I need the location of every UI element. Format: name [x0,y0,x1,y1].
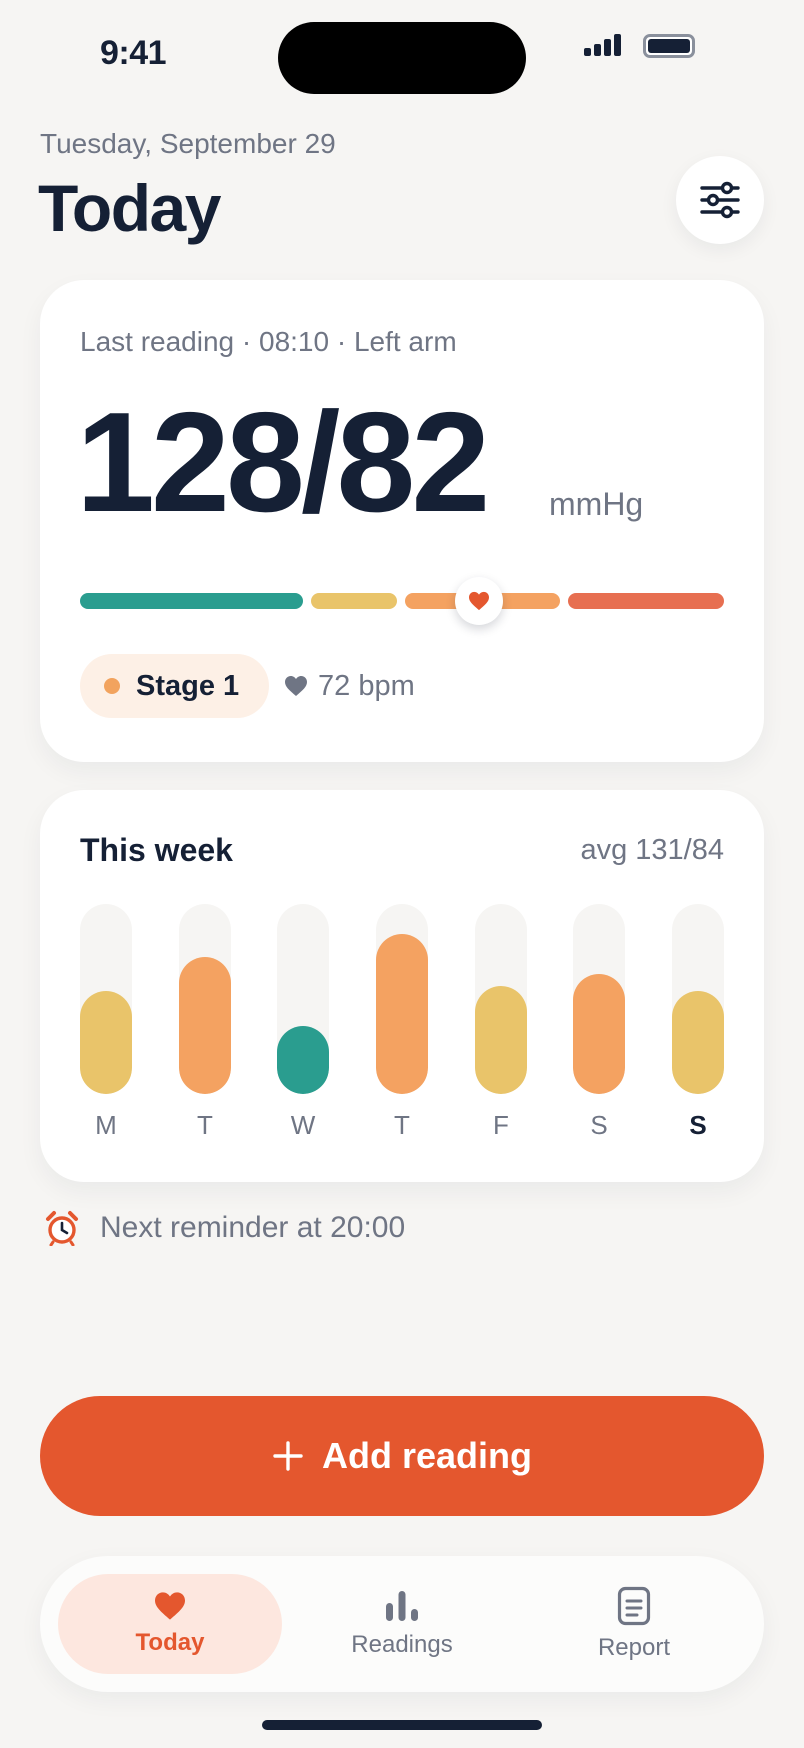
day-label: T [197,1110,213,1140]
heart-icon [285,676,307,696]
scale-segment-stage2 [568,593,724,609]
tab-label: Report [597,1634,671,1661]
stage-badge: Stage 1 [80,654,270,718]
tab-readings[interactable]: Readings [290,1574,514,1674]
bar-track [672,904,724,1094]
bar-fill [376,934,428,1094]
bar-fill [179,957,231,1094]
day-label: M [95,1110,117,1140]
status-bar: 9:41 [0,0,804,100]
signal-icon [584,32,624,56]
bar-track [475,904,527,1094]
reminder-label: Next reminder at 20:00 [100,1211,406,1244]
blood-pressure-unit: mmHg [549,486,644,522]
day-label: S [689,1110,707,1140]
blood-pressure-value: 128/82 [76,383,490,542]
bar-track [277,904,329,1094]
scale-marker [455,577,504,625]
page-title: Today [38,171,221,245]
tab-report[interactable]: Report [522,1574,746,1674]
bar-track [573,904,625,1094]
dynamic-island [278,22,526,94]
weekly-bar-chart: MTWTFSS [80,904,724,1144]
day-label: S [590,1110,608,1140]
bar-fill [573,974,625,1094]
bp-range-scale [80,577,724,625]
stage-dot [104,678,120,694]
bar-track [179,904,231,1094]
tab-label: Readings [351,1631,453,1658]
week-average: avg 131/84 [580,834,724,866]
scale-segment-normal [80,593,303,609]
tab-label: Today [135,1629,205,1656]
last-reading-card[interactable]: Last reading · 08:10 · Left arm 128/82 m… [40,280,764,762]
bar-track [80,904,132,1094]
tab-bar: Today Readings Report [40,1556,764,1692]
day-label: F [493,1110,509,1140]
bar-fill [672,991,724,1094]
week-title: This week [80,832,233,868]
bar-fill [277,1026,329,1094]
plus-icon [273,1441,303,1471]
battery-icon [643,34,695,58]
home-indicator [262,1720,542,1730]
add-reading-label: Add reading [321,1435,532,1476]
bar-track [376,904,428,1094]
stage-label: Stage 1 [136,669,240,702]
day-label: T [394,1110,410,1140]
add-reading-button[interactable]: Add reading [40,1396,764,1516]
date-line: Tuesday, September 29 [40,128,336,159]
bar-fill [475,986,527,1094]
bar-fill [80,991,132,1094]
reminder-row[interactable]: Next reminder at 20:00 [44,1210,405,1246]
day-label: W [290,1110,316,1140]
filter-button[interactable] [676,156,764,244]
tab-today[interactable]: Today [58,1574,282,1674]
status-time: 9:41 [100,34,167,72]
pulse-reading: 72 bpm [284,654,415,718]
document-icon [617,1586,651,1626]
heart-icon [155,1592,185,1620]
last-reading-meta: Last reading · 08:10 · Left arm [80,326,457,357]
heart-icon [469,591,490,611]
weekly-summary-card[interactable]: This week avg 131/84 M T W T F S S [40,790,764,1182]
pulse-value: 72 bpm [318,669,415,702]
scale-segment-elevated [311,593,397,609]
sliders-icon [700,181,740,219]
bar-chart-icon [386,1591,418,1621]
alarm-clock-icon [46,1211,78,1246]
